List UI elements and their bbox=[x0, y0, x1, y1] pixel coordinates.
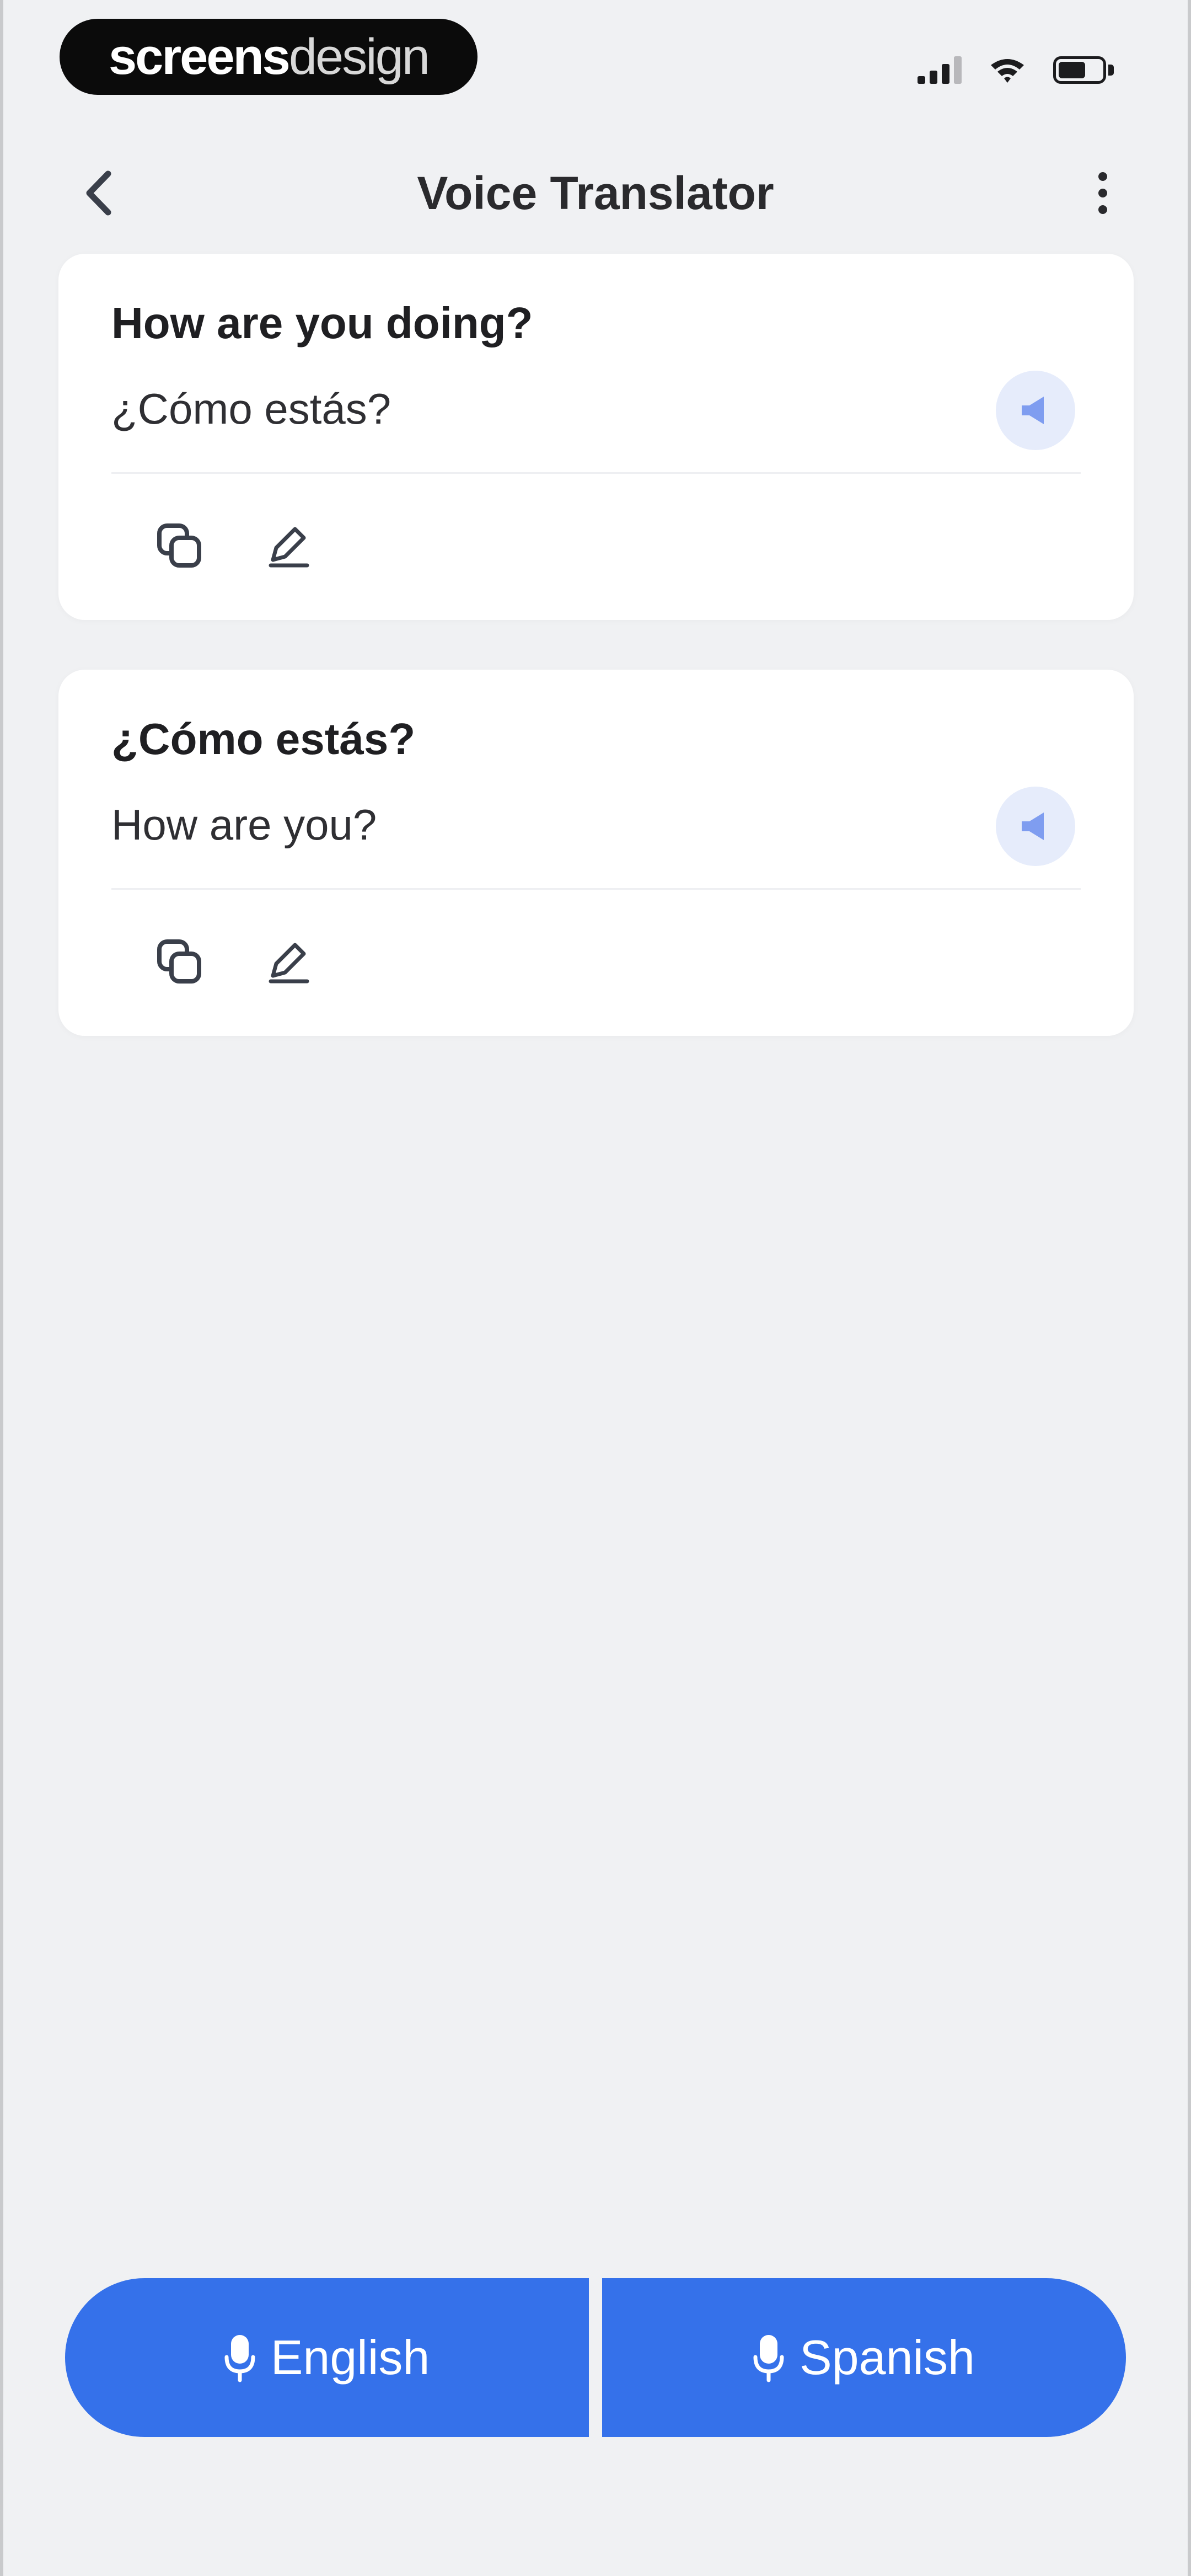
translation-card: How are you doing? ¿Cómo estás? bbox=[58, 254, 1134, 620]
cellular-signal-icon bbox=[918, 56, 962, 84]
edit-icon bbox=[269, 527, 309, 568]
brand-logo: screens design bbox=[60, 19, 478, 95]
speak-english-button[interactable]: English bbox=[65, 2278, 589, 2437]
more-options-button[interactable] bbox=[1075, 165, 1130, 221]
more-vertical-icon bbox=[1098, 172, 1107, 214]
wifi-icon bbox=[991, 59, 1024, 83]
microphone-icon bbox=[224, 2335, 255, 2382]
edit-icon bbox=[269, 943, 309, 984]
speaker-icon bbox=[1022, 397, 1044, 424]
source-text: ¿Cómo estás? bbox=[111, 714, 416, 763]
edit-button[interactable] bbox=[255, 513, 321, 579]
battery-icon bbox=[1053, 56, 1114, 84]
speak-button[interactable] bbox=[996, 371, 1075, 450]
back-button[interactable] bbox=[72, 165, 127, 221]
source-text: How are you doing? bbox=[111, 298, 533, 348]
card-divider bbox=[111, 472, 1081, 474]
copy-button[interactable] bbox=[147, 929, 213, 995]
status-bar: screens design bbox=[0, 0, 1191, 110]
brand-logo-light: design bbox=[288, 28, 430, 85]
brand-logo-bold: screens bbox=[109, 28, 291, 85]
device-frame-edge bbox=[1188, 0, 1191, 2576]
card-divider bbox=[111, 888, 1081, 890]
copy-icon bbox=[157, 939, 201, 984]
chevron-left-icon bbox=[86, 170, 111, 216]
speak-button[interactable] bbox=[996, 787, 1075, 866]
language-bar: English Spanish bbox=[65, 2278, 1126, 2437]
device-frame-edge bbox=[0, 0, 3, 2576]
translated-text: ¿Cómo estás? bbox=[111, 384, 391, 433]
copy-icon bbox=[157, 523, 201, 568]
page-title: Voice Translator bbox=[417, 167, 774, 219]
language-label: English bbox=[270, 2330, 430, 2385]
edit-button[interactable] bbox=[255, 929, 321, 995]
copy-button[interactable] bbox=[147, 513, 213, 579]
nav-bar: Voice Translator bbox=[0, 149, 1191, 237]
status-icons bbox=[918, 51, 1114, 89]
speaker-icon bbox=[1022, 813, 1044, 840]
translation-card: ¿Cómo estás? How are you? bbox=[58, 670, 1134, 1036]
speak-spanish-button[interactable]: Spanish bbox=[602, 2278, 1126, 2437]
language-label: Spanish bbox=[799, 2330, 975, 2385]
translated-text: How are you? bbox=[111, 800, 377, 849]
microphone-icon bbox=[753, 2335, 784, 2382]
